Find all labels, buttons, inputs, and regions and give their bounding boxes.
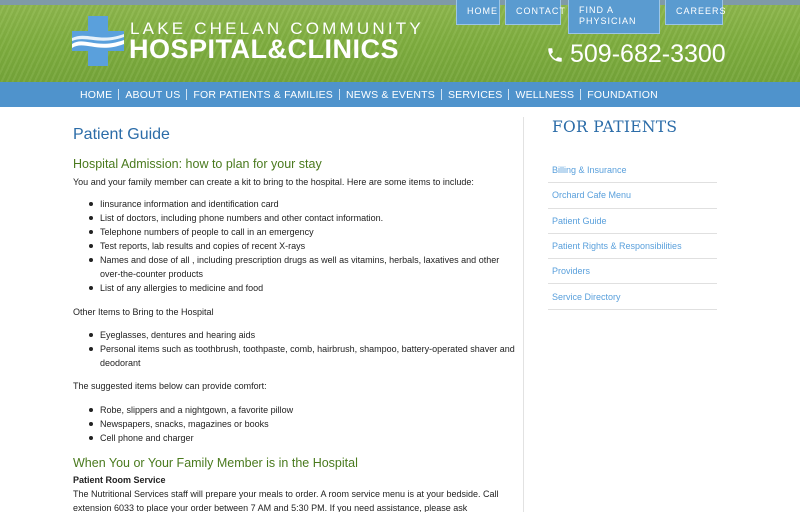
list-item: Personal items such as toothbrush, tooth… [89, 344, 515, 368]
top-nav-home[interactable]: HOME [456, 0, 500, 25]
hospital-cross-logo[interactable] [72, 16, 124, 66]
main-nav: HOME ABOUT US FOR PATIENTS & FAMILIES NE… [0, 82, 800, 107]
phone-number-text: 509-682-3300 [570, 40, 726, 68]
nav-wellness[interactable]: WELLNESS [509, 89, 580, 101]
sidebar-item-patient-rights[interactable]: Patient Rights & Responsibilities [548, 234, 717, 260]
list-item: Newspapers, snacks, magazines or books [89, 417, 515, 431]
comfort-items-label: The suggested items below can provide co… [73, 381, 267, 391]
list-item: Names and dose of all , including prescr… [89, 253, 515, 281]
nav-for-patients-families[interactable]: FOR PATIENTS & FAMILIES [187, 89, 339, 101]
other-items-label: Other Items to Bring to the Hospital [73, 307, 214, 317]
top-nav-careers-label: CAREERS [676, 6, 727, 16]
top-nav-find-physician[interactable]: FIND A PHYSICIAN [568, 0, 660, 34]
top-nav-contact-label: CONTACT [516, 6, 566, 16]
nav-home[interactable]: HOME [74, 89, 118, 101]
top-nav-careers[interactable]: CAREERS [665, 0, 726, 25]
sidebar-menu: Billing & Insurance Orchard Cafe Menu Pa… [548, 158, 717, 310]
sidebar-title: FOR PATIENTS [552, 118, 678, 136]
top-nav-physician-label: PHYSICIAN [579, 16, 637, 26]
sidebar-item-patient-guide[interactable]: Patient Guide [548, 209, 717, 234]
page-title: Patient Guide [73, 126, 170, 143]
list-item: List of any allergies to medicine and fo… [89, 281, 515, 295]
list-item: Iinsurance information and identificatio… [89, 197, 515, 211]
sidebar-item-orchard-cafe-menu[interactable]: Orchard Cafe Menu [548, 183, 717, 209]
nav-services[interactable]: SERVICES [442, 89, 509, 101]
other-items-list: Eyeglasses, dentures and hearing aids Pe… [89, 328, 515, 370]
nav-news-events[interactable]: NEWS & EVENTS [340, 89, 441, 101]
phone-icon [548, 47, 562, 62]
top-nav-find-label: FIND A [579, 5, 615, 15]
sidebar-item-service-directory[interactable]: Service Directory [548, 284, 717, 310]
comfort-items-list: Robe, slippers and a nightgown, a favori… [89, 403, 515, 445]
nav-foundation[interactable]: FOUNDATION [581, 89, 664, 101]
room-service-text: The Nutritional Services staff will prep… [73, 489, 499, 512]
section-heading-admission: Hospital Admission: how to plan for your… [73, 157, 322, 171]
nav-about-us[interactable]: ABOUT US [119, 89, 186, 101]
admission-intro: You and your family member can create a … [73, 177, 474, 187]
top-nav-home-label: HOME [467, 6, 498, 16]
admission-kit-list: Iinsurance information and identificatio… [89, 197, 515, 295]
list-item: Telephone numbers of people to call in a… [89, 225, 515, 239]
list-item: Eyeglasses, dentures and hearing aids [89, 328, 515, 342]
sidebar-item-billing-insurance[interactable]: Billing & Insurance [548, 158, 717, 184]
section-heading-in-hospital: When You or Your Family Member is in the… [73, 456, 358, 470]
column-divider [523, 117, 524, 512]
room-service-subheading: Patient Room Service [73, 475, 166, 485]
sidebar-item-providers[interactable]: Providers [548, 259, 717, 285]
top-nav-contact[interactable]: CONTACT [505, 0, 565, 25]
list-item: Test reports, lab results and copies of … [89, 239, 515, 253]
list-item: Cell phone and charger [89, 431, 515, 445]
phone-number[interactable]: 509-682-3300 [546, 40, 726, 69]
list-item: Robe, slippers and a nightgown, a favori… [89, 403, 515, 417]
brand-name-line2[interactable]: HOSPITAL&CLINICS [129, 34, 399, 65]
list-item: List of doctors, including phone numbers… [89, 211, 515, 225]
